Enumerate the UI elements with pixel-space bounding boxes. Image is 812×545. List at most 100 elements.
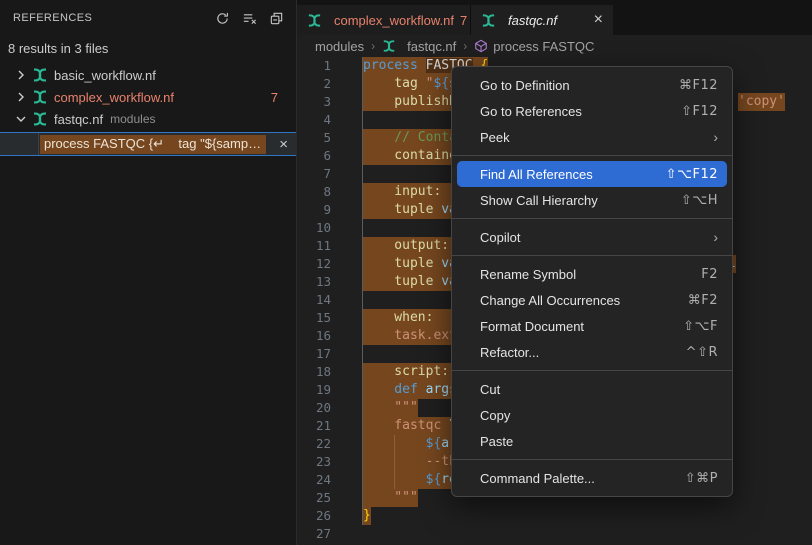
code-line[interactable]: 27 [297, 525, 812, 543]
reference-highlight: ${ar [363, 435, 463, 453]
reference-highlight: tuple va [363, 273, 463, 291]
line-number[interactable]: 16 [297, 327, 331, 345]
tab-label: fastqc.nf [508, 13, 557, 28]
line-number[interactable]: 17 [297, 345, 331, 363]
reference-highlight: // Conta [363, 129, 463, 147]
reference-highlight: input: [363, 183, 463, 201]
menu-item-copy[interactable]: Copy [457, 402, 727, 428]
breadcrumb-item-process-fastqc[interactable]: process FASTQC [474, 39, 594, 54]
keyboard-shortcut: ⌘F12 [679, 78, 718, 93]
line-number[interactable]: 19 [297, 381, 331, 399]
menu-item-change-all-occurrences[interactable]: Change All Occurrences⌘F2 [457, 287, 727, 313]
reference-highlight: when: [363, 309, 463, 327]
file-row-complex-workflow-nf[interactable]: complex_workflow.nf7 [0, 86, 296, 108]
reference-highlight: tuple va [363, 255, 463, 273]
menu-item-go-to-references[interactable]: Go to References⇧F12 [457, 98, 727, 124]
line-number[interactable]: 11 [297, 237, 331, 255]
reference-highlight: tag "${s [363, 75, 463, 93]
tab-bar: complex_workflow.nf7 fastqc.nf × [297, 0, 812, 35]
line-number[interactable]: 13 [297, 273, 331, 291]
clear-all-button[interactable] [239, 8, 259, 28]
line-number[interactable]: 21 [297, 417, 331, 435]
tab-label: complex_workflow.nf [334, 13, 454, 28]
menu-separator [452, 218, 732, 219]
line-number[interactable]: 14 [297, 291, 331, 309]
line-number[interactable]: 25 [297, 489, 331, 507]
collapse-all-button[interactable] [266, 8, 286, 28]
keyboard-shortcut: ⇧⌥F [683, 319, 718, 334]
line-number[interactable]: 8 [297, 183, 331, 201]
line-number[interactable]: 10 [297, 219, 331, 237]
line-number[interactable]: 24 [297, 471, 331, 489]
close-icon[interactable]: × [279, 137, 288, 152]
breadcrumb-label: fastqc.nf [407, 39, 456, 54]
code-line[interactable]: 26} [297, 507, 812, 525]
line-number[interactable]: 3 [297, 93, 331, 111]
file-row-fastqc-nf[interactable]: fastqc.nf modules [0, 108, 296, 130]
menu-item-find-all-references[interactable]: Find All References⇧⌥F12 [457, 161, 727, 187]
menu-separator [452, 370, 732, 371]
nextflow-icon [32, 111, 48, 127]
chevron-right-icon[interactable] [13, 89, 29, 105]
line-number[interactable]: 6 [297, 147, 331, 165]
results-summary: 8 results in 3 files [0, 36, 296, 64]
menu-item-refactor[interactable]: Refactor...^⇧R [457, 339, 727, 365]
reference-match-text: process FASTQC {↵ tag "${samp… [40, 135, 266, 154]
line-number[interactable]: 26 [297, 507, 331, 525]
refresh-button[interactable] [212, 8, 232, 28]
line-number[interactable]: 9 [297, 201, 331, 219]
reference-result-item[interactable]: process FASTQC {↵ tag "${samp… × [0, 132, 296, 156]
menu-item-format-document[interactable]: Format Document⇧⌥F [457, 313, 727, 339]
references-panel: REFERENCES 8 results in 3 files basic_wo… [0, 0, 296, 545]
submenu-chevron-icon: › [713, 229, 718, 245]
breadcrumb-item-fastqc-nf[interactable]: fastqc.nf [382, 39, 456, 54]
chevron-down-icon[interactable] [13, 111, 29, 127]
line-number[interactable]: 23 [297, 453, 331, 471]
menu-item-peek[interactable]: Peek› [457, 124, 727, 150]
menu-item-paste[interactable]: Paste [457, 428, 727, 454]
reference-highlight: """ [363, 489, 418, 507]
file-row-basic-workflow-nf[interactable]: basic_workflow.nf [0, 64, 296, 86]
selection-edge-line [362, 57, 363, 525]
indent-guide [394, 435, 395, 489]
reference-highlight: } [363, 507, 371, 525]
menu-item-go-to-definition[interactable]: Go to Definition⌘F12 [457, 72, 727, 98]
keyboard-shortcut: ⇧⌥H [681, 193, 718, 208]
vscode-window: REFERENCES 8 results in 3 files basic_wo… [0, 0, 812, 545]
line-number[interactable]: 1 [297, 57, 331, 75]
file-description: modules [110, 112, 155, 126]
line-number[interactable]: 27 [297, 525, 331, 543]
line-number[interactable]: 22 [297, 435, 331, 453]
chevron-right-icon[interactable] [13, 67, 29, 83]
close-icon[interactable]: × [594, 13, 603, 27]
menu-item-rename-symbol[interactable]: Rename SymbolF2 [457, 261, 727, 287]
breadcrumb-item-modules[interactable]: modules [315, 39, 364, 54]
reference-highlight: publishD [363, 93, 463, 111]
menu-item-command-palette[interactable]: Command Palette...⇧⌘P [457, 465, 727, 491]
tab-complex-workflow-nf[interactable]: complex_workflow.nf7 [297, 5, 471, 35]
line-number[interactable]: 20 [297, 399, 331, 417]
line-number[interactable]: 4 [297, 111, 331, 129]
menu-item-copilot[interactable]: Copilot› [457, 224, 727, 250]
line-number[interactable]: 5 [297, 129, 331, 147]
reference-highlight: fastqc \ [363, 417, 463, 435]
reference-highlight: ${re [363, 471, 463, 489]
line-number[interactable]: 18 [297, 363, 331, 381]
nextflow-icon [382, 39, 396, 53]
menu-item-cut[interactable]: Cut [457, 376, 727, 402]
reference-highlight: tuple va [363, 201, 463, 219]
line-number[interactable]: 15 [297, 309, 331, 327]
file-name: fastqc.nf [54, 112, 103, 127]
keyboard-shortcut: ⌘F2 [688, 293, 718, 308]
tab-fastqc-nf[interactable]: fastqc.nf × [471, 5, 613, 35]
keyboard-shortcut: ⇧⌘P [685, 471, 718, 486]
collapse-all-icon [269, 11, 284, 26]
clear-all-icon [242, 11, 257, 26]
menu-item-show-call-hierarchy[interactable]: Show Call Hierarchy⇧⌥H [457, 187, 727, 213]
nextflow-icon [481, 13, 496, 28]
line-number[interactable]: 7 [297, 165, 331, 183]
line-number[interactable]: 2 [297, 75, 331, 93]
line-number[interactable]: 12 [297, 255, 331, 273]
reference-highlight: --th [363, 453, 463, 471]
result-count-badge: 7 [271, 90, 278, 105]
